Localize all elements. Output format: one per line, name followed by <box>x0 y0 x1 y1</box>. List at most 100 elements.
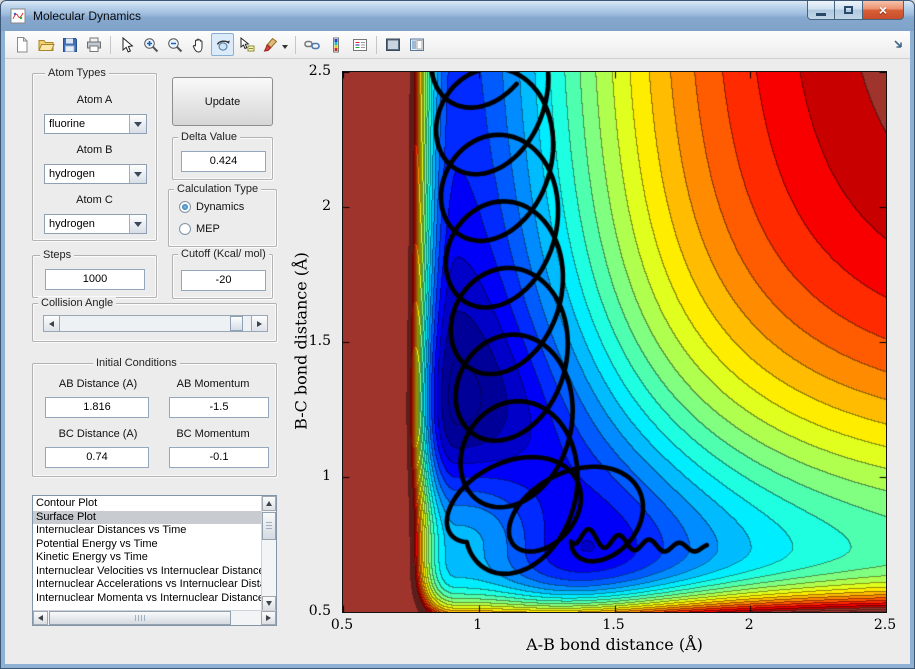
figure-body: Atom Types Atom A fluorine Atom B hydrog… <box>5 31 910 664</box>
collision-angle-title: Collision Angle <box>38 297 117 310</box>
ab-distance-field[interactable]: 1.816 <box>45 397 149 418</box>
down-arrow-icon <box>266 601 272 609</box>
list-item[interactable]: Potential Energy vs Time <box>33 538 261 552</box>
maximize-button[interactable] <box>835 1 862 20</box>
application-icon <box>10 8 26 24</box>
ab-momentum-field[interactable]: -1.5 <box>169 397 269 418</box>
slider-right-arrow[interactable] <box>251 316 267 331</box>
y-tick-label: 1 <box>322 468 331 484</box>
listbox-horizontal-scrollbar[interactable] <box>33 610 276 625</box>
left-arrow-icon <box>46 320 54 327</box>
delta-value-field[interactable]: 0.424 <box>181 151 266 172</box>
window-buttons: × <box>807 1 904 20</box>
hide-plot-tools-icon[interactable] <box>381 33 404 56</box>
chevron-down-icon[interactable] <box>129 215 146 233</box>
print-icon[interactable] <box>82 33 105 56</box>
maximize-icon <box>844 6 853 14</box>
list-item[interactable]: Contour Plot <box>33 497 261 511</box>
scroll-down-button[interactable] <box>262 596 276 611</box>
atom-a-dropdown[interactable]: fluorine <box>44 114 147 134</box>
zoom-in-icon[interactable] <box>139 33 162 56</box>
listbox-items: Contour Plot Surface Plot Internuclear Dis… <box>33 497 261 610</box>
edit-plot-icon[interactable] <box>115 33 138 56</box>
atom-b-dropdown[interactable]: hydrogen <box>44 164 147 184</box>
rotate-3d-icon[interactable] <box>211 33 234 56</box>
cutoff-title: Cutoff (Kcal/ mol) <box>178 248 269 261</box>
close-icon: × <box>878 1 888 18</box>
steps-field[interactable]: 1000 <box>45 269 145 290</box>
save-icon[interactable] <box>58 33 81 56</box>
zoom-out-icon[interactable] <box>163 33 186 56</box>
minimize-icon <box>816 13 826 16</box>
slider-thumb[interactable] <box>230 316 243 331</box>
initial-conditions-title: Initial Conditions <box>93 357 180 370</box>
calculation-type-title: Calculation Type <box>174 183 262 196</box>
update-button[interactable]: Update <box>172 77 273 126</box>
toolbar-separator <box>376 35 377 54</box>
list-item[interactable]: Internuclear Distances vs Time <box>33 524 261 538</box>
left-arrow-icon <box>35 615 43 621</box>
scroll-right-button[interactable] <box>261 611 276 625</box>
open-file-icon[interactable] <box>34 33 57 56</box>
atom-types-title: Atom Types <box>45 67 109 80</box>
list-item[interactable]: Surface Plot <box>33 510 261 524</box>
atom-a-value: fluorine <box>49 118 86 130</box>
list-item[interactable]: Kinetic Energy vs Time <box>33 551 261 565</box>
window-title: Molecular Dynamics <box>33 9 142 23</box>
atom-b-value: hydrogen <box>49 168 95 180</box>
dynamics-radio[interactable] <box>179 201 191 213</box>
y-tick-label: 2 <box>322 198 331 214</box>
toolbar <box>5 31 910 59</box>
insert-legend-icon[interactable] <box>348 33 371 56</box>
list-item[interactable]: Internuclear Momenta vs Internuclear Dis… <box>33 592 261 606</box>
list-item[interactable]: Internuclear Accelerations vs Internucle… <box>33 578 261 592</box>
calculation-type-panel: Calculation Type Dynamics MEP <box>168 183 277 247</box>
collision-angle-panel: Collision Angle <box>32 297 277 342</box>
horizontal-scroll-thumb[interactable] <box>49 611 231 625</box>
mep-radio[interactable] <box>179 223 191 235</box>
slider-left-arrow[interactable] <box>44 316 60 331</box>
y-tick-label: 2.5 <box>308 63 331 79</box>
show-plot-tools-icon[interactable] <box>405 33 428 56</box>
cutoff-panel: Cutoff (Kcal/ mol) -20 <box>172 248 273 299</box>
listbox-vertical-scrollbar[interactable] <box>261 496 276 611</box>
cutoff-field[interactable]: -20 <box>181 270 266 291</box>
y-tick-label: 1.5 <box>308 333 331 349</box>
data-cursor-icon[interactable] <box>235 33 258 56</box>
brush-dropdown-caret[interactable] <box>281 44 288 52</box>
contour-plot-canvas[interactable] <box>343 72 886 612</box>
plot-axes[interactable] <box>342 71 887 613</box>
chevron-down-icon[interactable] <box>129 165 146 183</box>
dynamics-radio-label: Dynamics <box>196 201 245 213</box>
bc-momentum-label: BC Momentum <box>176 428 250 440</box>
scroll-up-button[interactable] <box>262 496 276 511</box>
right-arrow-icon <box>266 615 274 621</box>
close-button[interactable]: × <box>862 1 904 20</box>
insert-colorbar-icon[interactable] <box>324 33 347 56</box>
new-file-icon[interactable] <box>10 33 33 56</box>
atom-b-label: Atom B <box>76 144 113 156</box>
ab-momentum-label: AB Momentum <box>176 378 250 390</box>
x-axis-tick-labels: 0.5 1 1.5 2 2.5 <box>331 617 896 633</box>
steps-title: Steps <box>40 249 75 262</box>
minimize-button[interactable] <box>807 1 835 20</box>
scroll-left-button[interactable] <box>33 611 48 625</box>
x-axis-label: A-B bond distance (Å) <box>526 635 703 654</box>
link-plots-icon[interactable] <box>300 33 323 56</box>
bc-momentum-field[interactable]: -0.1 <box>169 447 269 468</box>
plot-type-listbox[interactable]: Contour Plot Surface Plot Internuclear Dis… <box>32 495 277 626</box>
pan-hand-icon[interactable] <box>187 33 210 56</box>
collision-angle-slider[interactable] <box>43 315 268 332</box>
window: Molecular Dynamics × Atom Types Atom A f… <box>0 0 915 669</box>
list-item[interactable]: Internuclear Velocities vs Internuclear … <box>33 565 261 579</box>
vertical-scroll-thumb[interactable] <box>262 512 276 540</box>
brush-icon[interactable] <box>259 33 290 56</box>
bc-distance-field[interactable]: 0.74 <box>45 447 149 468</box>
x-tick-label: 1.5 <box>602 617 625 633</box>
atom-c-dropdown[interactable]: hydrogen <box>44 214 147 234</box>
atom-a-label: Atom A <box>76 94 113 106</box>
dock-figure-icon[interactable] <box>892 38 906 52</box>
atom-types-panel: Atom Types Atom A fluorine Atom B hydrog… <box>32 67 157 241</box>
up-arrow-icon <box>266 498 272 506</box>
chevron-down-icon[interactable] <box>129 115 146 133</box>
